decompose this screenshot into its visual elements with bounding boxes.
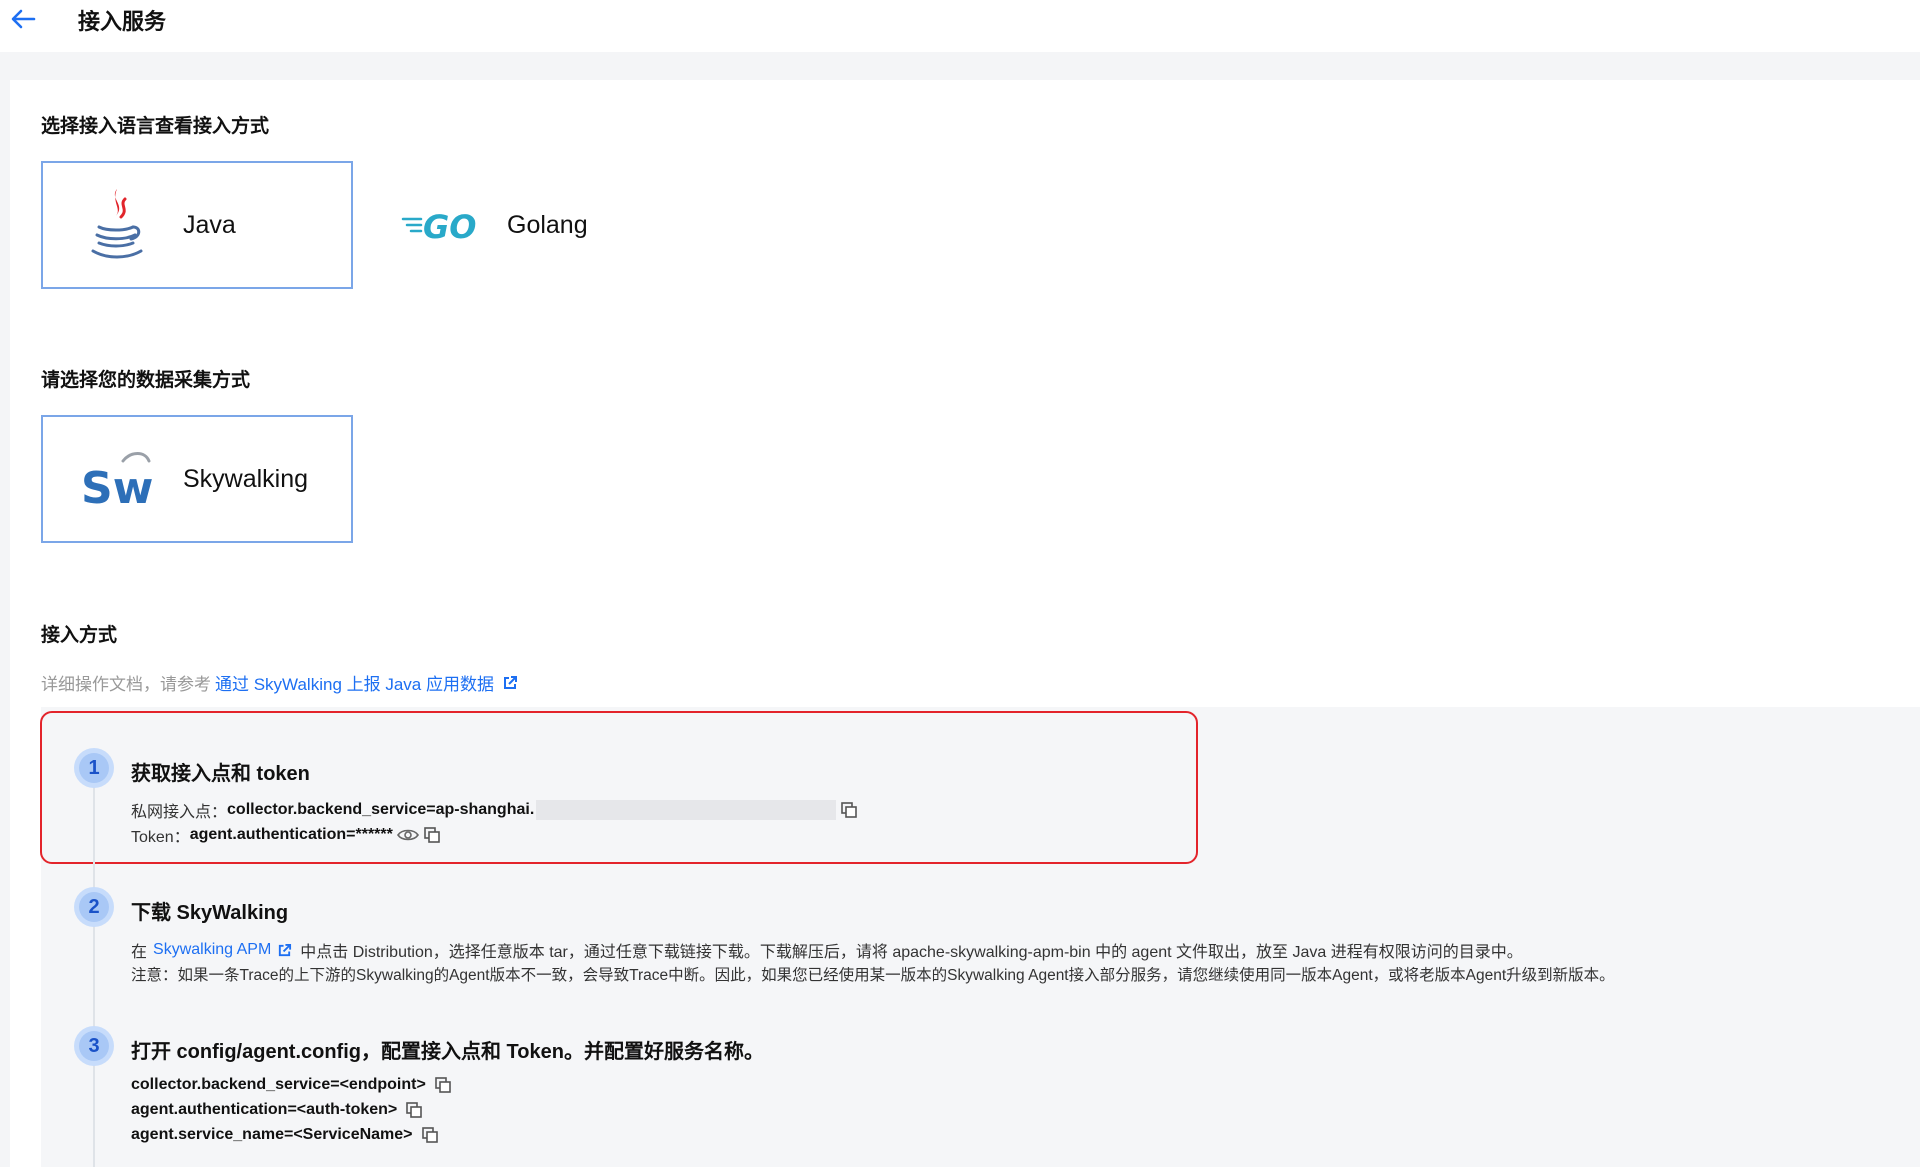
copy-token-button[interactable] [423, 826, 441, 844]
config-text: agent.service_name=<ServiceName> [131, 1126, 413, 1143]
step-badge: 3 [74, 1026, 114, 1066]
version-note: 注意：如果一条Trace的上下游的Skywalking的Agent版本不一致，会… [131, 967, 1615, 984]
copy-config-button[interactable] [421, 1126, 439, 1144]
copy-icon [406, 1102, 423, 1118]
token-label: Token： [131, 829, 190, 846]
language-option-label: Golang [507, 210, 588, 239]
collection-section-title: 请选择您的数据采集方式 [41, 370, 251, 391]
language-section-title: 选择接入语言查看接入方式 [41, 116, 270, 137]
config-text: agent.authentication=<auth-token> [131, 1101, 398, 1118]
token-line: Token： agent.authentication=****** [131, 823, 441, 847]
back-button[interactable] [8, 4, 38, 34]
copy-icon [424, 827, 440, 843]
java-icon [83, 185, 149, 265]
language-option-label: Java [183, 210, 236, 239]
language-option-java[interactable]: Java [41, 161, 353, 289]
arrow-left-icon [11, 9, 36, 29]
doc-reference: 详细操作文档，请参考 通过 SkyWalking 上报 Java 应用数据 [41, 670, 518, 695]
show-token-button[interactable] [396, 828, 419, 842]
doc-link-text: 通过 SkyWalking 上报 Java 应用数据 [215, 675, 494, 694]
step-title: 下载 SkyWalking [131, 902, 289, 924]
download-instruction: 在 Skywalking APM 中点击 Distribution，选择任意版本… [131, 938, 1523, 962]
endpoint-value: collector.backend_service=ap-shanghai. [227, 801, 535, 818]
endpoint-line: 私网接入点： collector.backend_service=ap-shan… [131, 798, 858, 822]
instruction-text: 中点击 Distribution，选择任意版本 tar，通过任意下载链接下载。下… [300, 944, 1523, 961]
copy-config-button[interactable] [405, 1101, 423, 1119]
top-bar: 接入服务 [0, 0, 1920, 52]
eye-icon [396, 829, 419, 841]
copy-icon [841, 802, 858, 818]
step-title: 获取接入点和 token [131, 763, 310, 785]
step-title: 打开 config/agent.config，配置接入点和 Token。并配置好… [131, 1041, 764, 1063]
endpoint-label: 私网接入点： [131, 804, 228, 821]
step-number: 2 [79, 892, 109, 922]
language-option-golang[interactable]: GO Golang [395, 161, 635, 289]
config-line: agent.authentication=<auth-token> [131, 1101, 423, 1119]
token-value: agent.authentication=****** [189, 826, 393, 843]
external-link-icon [279, 943, 292, 956]
page-title: 接入服务 [78, 9, 167, 34]
doc-link[interactable]: 通过 SkyWalking 上报 Java 应用数据 [215, 670, 518, 695]
config-line: collector.backend_service=<endpoint> [131, 1076, 452, 1094]
copy-icon [421, 1127, 438, 1143]
doc-prefix: 详细操作文档，请参考 [41, 675, 211, 694]
go-icon: GO [401, 205, 487, 245]
copy-endpoint-button[interactable] [840, 801, 858, 819]
step-badge: 1 [74, 748, 114, 788]
skywalking-icon: Sw [79, 449, 159, 509]
skywalking-apm-link[interactable]: Skywalking APM [153, 941, 292, 959]
external-link-icon [503, 675, 517, 689]
step-badge: 2 [74, 887, 114, 927]
svg-text:Sw: Sw [81, 463, 153, 509]
config-line: agent.service_name=<ServiceName> [131, 1126, 439, 1144]
skywalking-apm-link-text: Skywalking APM [153, 941, 272, 958]
timeline-line [93, 790, 95, 1167]
instruction-prefix: 在 [131, 944, 148, 961]
step-number: 3 [79, 1031, 109, 1061]
step-number: 1 [79, 753, 109, 783]
masked-endpoint [536, 800, 837, 820]
svg-text:GO: GO [423, 208, 476, 243]
copy-icon [434, 1077, 451, 1093]
access-section-title: 接入方式 [41, 625, 118, 646]
collection-option-skywalking[interactable]: Sw Skywalking [41, 415, 353, 543]
collection-option-label: Skywalking [183, 464, 309, 493]
config-text: collector.backend_service=<endpoint> [131, 1076, 426, 1093]
copy-config-button[interactable] [434, 1076, 452, 1094]
